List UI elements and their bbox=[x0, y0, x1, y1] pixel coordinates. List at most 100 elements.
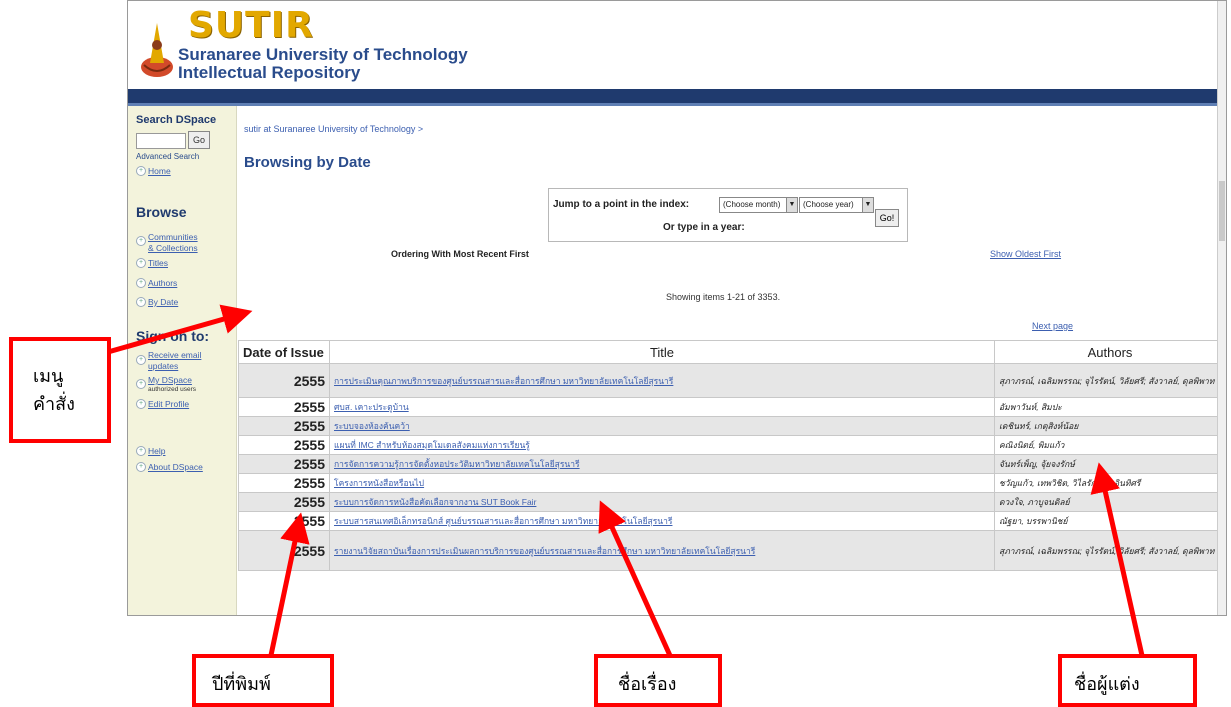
bullet-icon: + bbox=[136, 355, 146, 365]
next-page-link[interactable]: Next page bbox=[1032, 321, 1073, 331]
nav-bar bbox=[128, 89, 1226, 106]
search-go-button[interactable]: Go bbox=[188, 131, 210, 149]
bullet-icon: + bbox=[136, 236, 146, 246]
header-title[interactable]: Title bbox=[329, 340, 995, 364]
row-year: 2555 bbox=[238, 492, 330, 512]
sidebar-item-by-date[interactable]: By Date bbox=[148, 297, 178, 307]
table-row: 2555 ระบบสารสนเทศอิเล็กทรอนิกส์ ศูนย์บรร… bbox=[238, 511, 1226, 531]
jump-go-button[interactable]: Go! bbox=[875, 209, 899, 227]
table-header-row: Date of Issue Title Authors bbox=[238, 340, 1226, 364]
jump-form: Jump to a point in the index: (Choose mo… bbox=[548, 188, 908, 242]
scrollbar-thumb[interactable] bbox=[1219, 181, 1225, 241]
month-select[interactable]: (Choose month) ▼ bbox=[719, 197, 798, 213]
sidebar-item-about[interactable]: About DSpace bbox=[148, 462, 203, 472]
mydspace-subtext: authorized users bbox=[148, 386, 197, 393]
table-row: 2555 ระบบจองห้องค้นคว้า เดชินทร์, เกตุสิ… bbox=[238, 416, 1226, 436]
row-title-cell: โครงการหนังสือหรือนไป bbox=[329, 473, 995, 493]
sidebar-item-home[interactable]: Home bbox=[148, 166, 171, 176]
row-title-cell: รายงานวิจัยสถาบันเรื่องการประเมินผลการบร… bbox=[329, 530, 995, 571]
row-authors[interactable]: ชวัญแก้ว, เทพวิชิต, วิไลรักษณ์, อินทิศรี bbox=[994, 473, 1226, 493]
row-title-link[interactable]: ระบบสารสนเทศอิเล็กทรอนิกส์ ศูนย์บรรณสารแ… bbox=[334, 516, 672, 526]
main-content: sutir at Suranaree University of Technol… bbox=[238, 106, 1226, 615]
row-year: 2555 bbox=[238, 363, 330, 398]
table-row: 2555 การจัดการความรู้การจัดตั้งหอประวัติ… bbox=[238, 454, 1226, 474]
row-title-cell: ระบบจองห้องค้นคว้า bbox=[329, 416, 995, 436]
header-authors[interactable]: Authors bbox=[994, 340, 1226, 364]
browser-page: SUTIR Suranaree University of Technology… bbox=[127, 0, 1227, 616]
row-title-link[interactable]: ศบส. เคาะประตูบ้าน bbox=[334, 402, 409, 412]
bullet-icon: + bbox=[136, 166, 146, 176]
university-emblem-icon bbox=[141, 23, 173, 77]
author-callout-text: ชื่อผู้แต่ง bbox=[1074, 674, 1140, 695]
row-title-cell: ระบบสารสนเทศอิเล็กทรอนิกส์ ศูนย์บรรณสารแ… bbox=[329, 511, 995, 531]
search-title: Search DSpace bbox=[136, 114, 217, 126]
year-select[interactable]: (Choose year) ▼ bbox=[799, 197, 874, 213]
bullet-icon: + bbox=[136, 297, 146, 307]
sidebar-item-edit-profile[interactable]: Edit Profile bbox=[148, 399, 189, 409]
row-title-cell: ศบส. เคาะประตูบ้าน bbox=[329, 397, 995, 417]
row-authors[interactable]: สุภาภรณ์, เฉลิมพรรณ; จุไรรัตน์, วิลัยศรี… bbox=[994, 363, 1226, 398]
sidebar-item-updates[interactable]: updates bbox=[148, 361, 178, 371]
year-callout-text: ปีที่พิมพ์ bbox=[212, 674, 271, 695]
sidebar-item-receive-email[interactable]: Receive email bbox=[148, 350, 201, 360]
row-title-link[interactable]: รายงานวิจัยสถาบันเรื่องการประเมินผลการบร… bbox=[334, 546, 755, 556]
breadcrumb[interactable]: sutir at Suranaree University of Technol… bbox=[244, 124, 423, 134]
author-callout: ชื่อผู้แต่ง bbox=[1058, 654, 1197, 707]
row-authors[interactable]: สุภาภรณ์, เฉลิมพรรณ; จุไรรัตน์, วิลัยศรี… bbox=[994, 530, 1226, 571]
table-row: 2555 ระบบการจัดการหนังสือคัดเลือกจากงาน … bbox=[238, 492, 1226, 512]
row-year: 2555 bbox=[238, 397, 330, 417]
row-year: 2555 bbox=[238, 454, 330, 474]
row-title-link[interactable]: การประเมินคุณภาพบริการของศูนย์บรรณสารและ… bbox=[334, 376, 673, 386]
row-title-cell: การประเมินคุณภาพบริการของศูนย์บรรณสารและ… bbox=[329, 363, 995, 398]
row-authors[interactable]: จันทร์เพ็ญ, จุ้ยจงรักษ์ bbox=[994, 454, 1226, 474]
type-year-label: Or type in a year: bbox=[663, 222, 745, 233]
bullet-icon: + bbox=[136, 399, 146, 409]
search-input[interactable] bbox=[136, 133, 186, 149]
table-row: 2555 ศบส. เคาะประตูบ้าน อัมพาวันห์, สิมป… bbox=[238, 397, 1226, 417]
sidebar: Search DSpace Go Advanced Search + Home … bbox=[128, 106, 237, 615]
year-select-value: (Choose year) bbox=[803, 200, 854, 209]
title-callout-text: ชื่อเรื่อง bbox=[618, 674, 677, 695]
sidebar-item-help[interactable]: Help bbox=[148, 446, 165, 456]
menu-callout-line1: เมนู bbox=[33, 366, 64, 387]
bullet-icon: + bbox=[136, 462, 146, 472]
row-authors[interactable]: ดวงใจ, ภาบูจนดิลย์ bbox=[994, 492, 1226, 512]
row-title-link[interactable]: ระบบจองห้องค้นคว้า bbox=[334, 421, 410, 431]
site-header: SUTIR Suranaree University of Technology… bbox=[128, 1, 1226, 89]
header-date[interactable]: Date of Issue bbox=[238, 340, 330, 364]
row-year: 2555 bbox=[238, 473, 330, 493]
bullet-icon: + bbox=[136, 278, 146, 288]
vertical-scrollbar[interactable] bbox=[1217, 1, 1226, 615]
advanced-search-link[interactable]: Advanced Search bbox=[136, 152, 199, 161]
row-title-link[interactable]: โครงการหนังสือหรือนไป bbox=[334, 478, 424, 488]
row-authors[interactable]: เดชินทร์, เกตุสิงห์น้อย bbox=[994, 416, 1226, 436]
chevron-down-icon: ▼ bbox=[862, 198, 873, 212]
bullet-icon: + bbox=[136, 258, 146, 268]
row-year: 2555 bbox=[238, 435, 330, 455]
row-title-link[interactable]: ระบบการจัดการหนังสือคัดเลือกจากงาน SUT B… bbox=[334, 497, 536, 507]
row-title-cell: การจัดการความรู้การจัดตั้งหอประวัติมหาวิ… bbox=[329, 454, 995, 474]
sidebar-item-mydspace[interactable]: My DSpace bbox=[148, 375, 192, 385]
logo-sutir: SUTIR bbox=[188, 5, 314, 46]
showing-count: Showing items 1-21 of 3353. bbox=[666, 292, 781, 302]
ordering-label: Ordering With Most Recent First bbox=[391, 249, 529, 259]
sidebar-item-communities[interactable]: Communities bbox=[148, 232, 198, 242]
row-title-link[interactable]: แผนที่ IMC สำหรับห้องสมุดโมเดลสังคมแห่งก… bbox=[334, 440, 530, 450]
bullet-icon: + bbox=[136, 446, 146, 456]
logo-subtitle-line2: Intellectual Repository bbox=[178, 63, 361, 82]
row-authors[interactable]: ณัฐยา, บรรพานิชย์ bbox=[994, 511, 1226, 531]
table-row: 2555 โครงการหนังสือหรือนไป ชวัญแก้ว, เทพ… bbox=[238, 473, 1226, 493]
row-year: 2555 bbox=[238, 511, 330, 531]
show-oldest-link[interactable]: Show Oldest First bbox=[990, 249, 1061, 259]
sidebar-item-titles[interactable]: Titles bbox=[148, 258, 168, 268]
row-title-link[interactable]: การจัดการความรู้การจัดตั้งหอประวัติมหาวิ… bbox=[334, 459, 580, 469]
row-authors[interactable]: อัมพาวันห์, สิมปะ bbox=[994, 397, 1226, 417]
logo-subtitle-line1: Suranaree University of Technology bbox=[178, 45, 468, 64]
sidebar-item-collections[interactable]: & Collections bbox=[148, 243, 198, 253]
page-title: Browsing by Date bbox=[244, 154, 371, 171]
signon-heading: Sign on to: bbox=[136, 328, 210, 344]
sidebar-item-authors[interactable]: Authors bbox=[148, 278, 177, 288]
table-row: 2555 รายงานวิจัยสถาบันเรื่องการประเมินผล… bbox=[238, 530, 1226, 571]
row-authors[interactable]: คณิงนิตย์, พิมแก้ว bbox=[994, 435, 1226, 455]
table-row: 2555 การประเมินคุณภาพบริการของศูนย์บรรณส… bbox=[238, 363, 1226, 398]
